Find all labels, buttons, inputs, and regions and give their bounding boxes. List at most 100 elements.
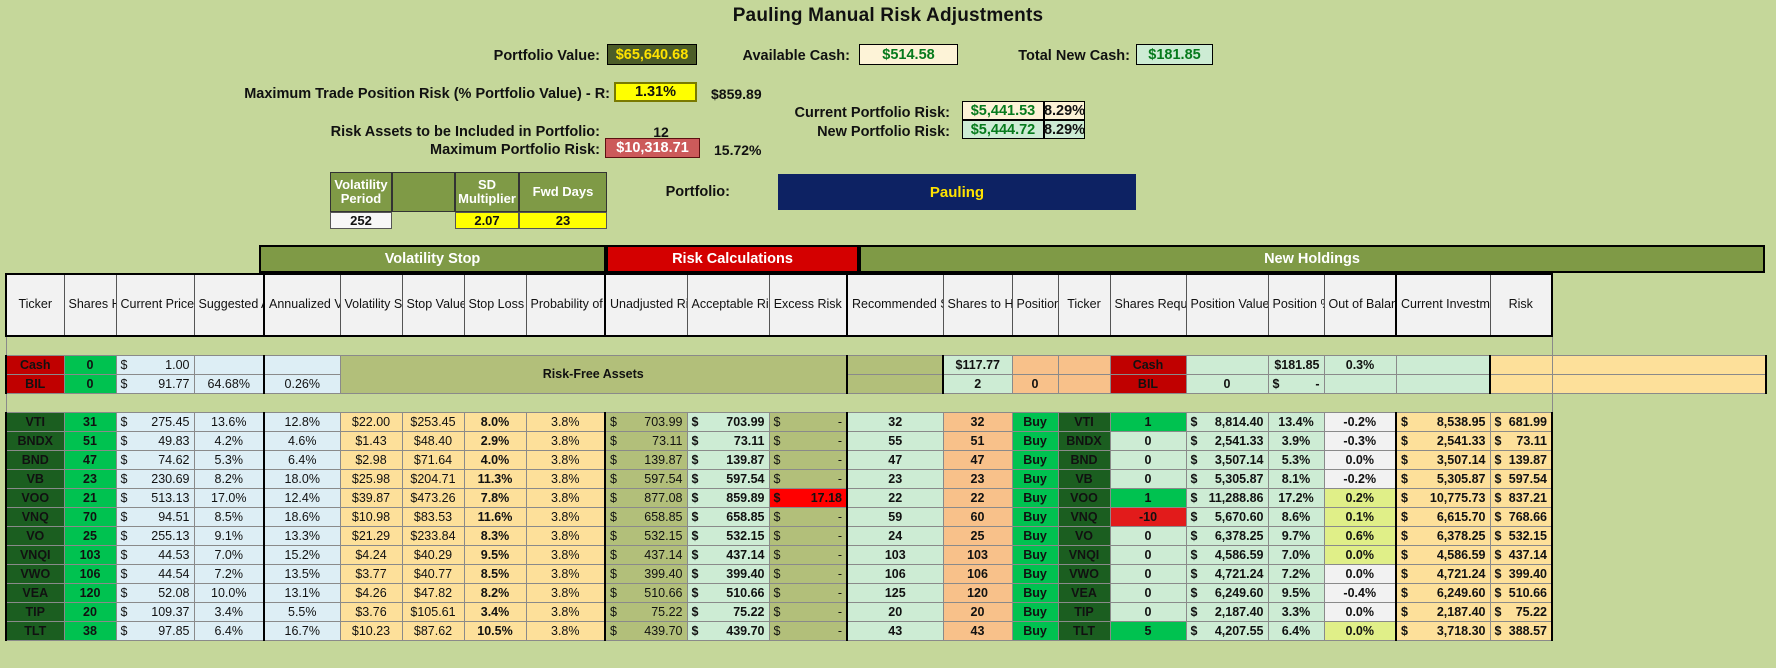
cell-shares-held[interactable]: 0 — [63, 373, 117, 394]
table-row-voo[interactable]: VOO 21 $513.13 17.0% 12.4% $39.87 $473.2… — [5, 487, 1766, 508]
cell-shares-held[interactable]: 25 — [63, 525, 117, 546]
cell-position-pct: 0.3% — [1323, 354, 1397, 375]
cell-recommended-shares: 24 — [846, 525, 944, 546]
cell-position: Buy — [1011, 525, 1059, 546]
cell-ticker-2: TLT — [1057, 620, 1111, 641]
cell-position: Buy — [1011, 430, 1059, 451]
cell-unadjusted-risk: $877.08 — [604, 487, 688, 508]
col-position: Position — [1011, 273, 1059, 337]
cell-shares-to-hold[interactable]: 43 — [942, 620, 1013, 641]
cell-suggested-allocation: 9.1% — [193, 525, 265, 546]
cell-shares-held[interactable]: 21 — [63, 487, 117, 508]
cell-shares-held[interactable]: 0 — [63, 354, 117, 375]
table-row-bndx[interactable]: BNDX 51 $49.83 4.2% 4.6% $1.43 $48.40 2.… — [5, 430, 1766, 451]
table-row-vea[interactable]: VEA 120 $52.08 10.0% 13.1% $4.26 $47.82 … — [5, 582, 1766, 603]
cell-shares-held[interactable]: 120 — [63, 582, 117, 603]
cell-shares-to-hold[interactable]: 60 — [942, 506, 1013, 527]
cell-stop-loss: 8.5% — [463, 563, 527, 584]
table-row-vo[interactable]: VO 25 $255.13 9.1% 13.3% $21.29 $233.84 … — [5, 525, 1766, 546]
cell-shares-held[interactable]: 31 — [63, 411, 117, 432]
cell-shares-held[interactable]: 38 — [63, 620, 117, 641]
cell-annualized-volatility: 18.6% — [263, 506, 341, 527]
cell-shares-to-hold[interactable]: 20 — [942, 601, 1013, 622]
cell-excess-risk: $ - — [768, 468, 848, 489]
vol-period-value[interactable]: 252 — [330, 212, 392, 229]
cell-position: Buy — [1011, 620, 1059, 641]
cell-stop-value: $83.53 — [401, 506, 465, 527]
cell-shares-to-hold[interactable] — [1011, 354, 1059, 375]
cell-shares-held[interactable]: 70 — [63, 506, 117, 527]
cell-shares-required: 0 — [1185, 373, 1269, 394]
cell-risk: $437.14 — [1489, 544, 1553, 565]
cell-shares-to-hold[interactable]: 47 — [942, 449, 1013, 470]
cell-current-price: $97.85 — [115, 620, 195, 641]
table-row-vnqi[interactable]: VNQI 103 $44.53 7.0% 15.2% $4.24 $40.29 … — [5, 544, 1766, 565]
cell-annualized-volatility: 0.26% — [263, 373, 341, 394]
cell-risk — [1551, 373, 1767, 394]
cell-risk: $139.87 — [1489, 449, 1553, 470]
cell-acceptable-risk: $437.14 — [686, 544, 770, 565]
col-ticker-2: Ticker — [1057, 273, 1111, 337]
cell-unadjusted-risk: $399.40 — [604, 563, 688, 584]
cell-acceptable-risk: $73.11 — [686, 430, 770, 451]
cell-shares-held[interactable]: 23 — [63, 468, 117, 489]
cell-unadjusted-risk: $703.99 — [604, 411, 688, 432]
table-row-vnq[interactable]: VNQ 70 $94.51 8.5% 18.6% $10.98 $83.53 1… — [5, 506, 1766, 527]
cell-annualized-volatility: 6.4% — [263, 449, 341, 470]
cell-ticker-2: BND — [1057, 449, 1111, 470]
cell-current-investments: $6,615.70 — [1395, 506, 1491, 527]
col-position-pct: Position % — [1267, 273, 1325, 337]
cell-recommended-shares: 32 — [846, 411, 944, 432]
cell-shares-to-hold[interactable]: 0 — [1011, 373, 1059, 394]
cell-current-investments: $4,721.24 — [1395, 563, 1491, 584]
cell-stop-value: $233.84 — [401, 525, 465, 546]
cell-stop-loss: 4.0% — [463, 449, 527, 470]
cell-ticker: VWO — [5, 563, 65, 584]
cell-shares-held[interactable]: 51 — [63, 430, 117, 451]
cell-volatility-stop: $25.98 — [339, 468, 403, 489]
cell-risk: $532.15 — [1489, 525, 1553, 546]
cell-stop-value: $40.29 — [401, 544, 465, 565]
table-row-tip[interactable]: TIP 20 $109.37 3.4% 5.5% $3.76 $105.61 3… — [5, 601, 1766, 622]
cell-ticker: TLT — [5, 620, 65, 641]
cell-shares-to-hold[interactable]: 25 — [942, 525, 1013, 546]
cell-shares-to-hold[interactable]: 32 — [942, 411, 1013, 432]
cell-out-of-balance: 0.0% — [1323, 544, 1397, 565]
table-row-cash[interactable]: Cash 0 $1.00 Risk-Free Assets $117.77 Ca… — [5, 354, 1767, 394]
table-row-bnd[interactable]: BND 47 $74.62 5.3% 6.4% $2.98 $71.64 4.0… — [5, 449, 1766, 470]
cell-shares-to-hold[interactable]: 51 — [942, 430, 1013, 451]
cell-suggested-allocation: 6.4% — [193, 620, 265, 641]
cell-ticker: Cash — [5, 354, 65, 375]
table-row-tlt[interactable]: TLT 38 $97.85 6.4% 16.7% $10.23 $87.62 1… — [5, 620, 1766, 641]
sd-multiplier-value[interactable]: 2.07 — [455, 212, 519, 229]
table-row-vti[interactable]: VTI 31 $275.45 13.6% 12.8% $22.00 $253.4… — [5, 411, 1766, 432]
cell-current-price: $94.51 — [115, 506, 195, 527]
cell-stop-loss: 11.6% — [463, 506, 527, 527]
cell-out-of-balance: 0.6% — [1323, 525, 1397, 546]
table-row-vb[interactable]: VB 23 $230.69 8.2% 18.0% $25.98 $204.71 … — [5, 468, 1766, 489]
cell-stop-loss: 9.5% — [463, 544, 527, 565]
cell-shares-held[interactable]: 47 — [63, 449, 117, 470]
cell-current-price-value: 1.00 — [165, 357, 190, 372]
table-row-bil[interactable]: BIL 0 $91.77 64.68% 0.26% 2 0 BIL 0 $ - — [5, 373, 1767, 394]
portfolio-name-banner[interactable]: Pauling — [778, 174, 1136, 210]
fwd-days-value[interactable]: 23 — [519, 212, 607, 229]
cell-shares-to-hold[interactable]: 23 — [942, 468, 1013, 489]
cell-shares-to-hold[interactable]: 103 — [942, 544, 1013, 565]
cell-stop-loss: 8.3% — [463, 525, 527, 546]
cell-shares-held[interactable]: 20 — [63, 601, 117, 622]
cell-shares-to-hold[interactable]: 106 — [942, 563, 1013, 584]
cell-volatility-stop: $10.23 — [339, 620, 403, 641]
cell-shares-to-hold[interactable]: 120 — [942, 582, 1013, 603]
max-trade-risk-input[interactable]: 1.31% — [614, 82, 697, 102]
cell-shares-held[interactable]: 106 — [63, 563, 117, 584]
table-row-vwo[interactable]: VWO 106 $44.54 7.2% 13.5% $3.77 $40.77 8… — [5, 563, 1766, 584]
cell-shares-required: 0 — [1109, 430, 1187, 451]
col-acceptable-risk: Acceptable Risk — [686, 273, 770, 337]
portfolio-value-label: Portfolio Value: — [493, 48, 600, 64]
cell-shares-held[interactable]: 103 — [63, 544, 117, 565]
cell-position-pct: 5.3% — [1267, 449, 1325, 470]
new-portfolio-risk-label: New Portfolio Risk: — [817, 124, 950, 140]
cell-stop-value: $253.45 — [401, 411, 465, 432]
cell-shares-to-hold[interactable]: 22 — [942, 487, 1013, 508]
